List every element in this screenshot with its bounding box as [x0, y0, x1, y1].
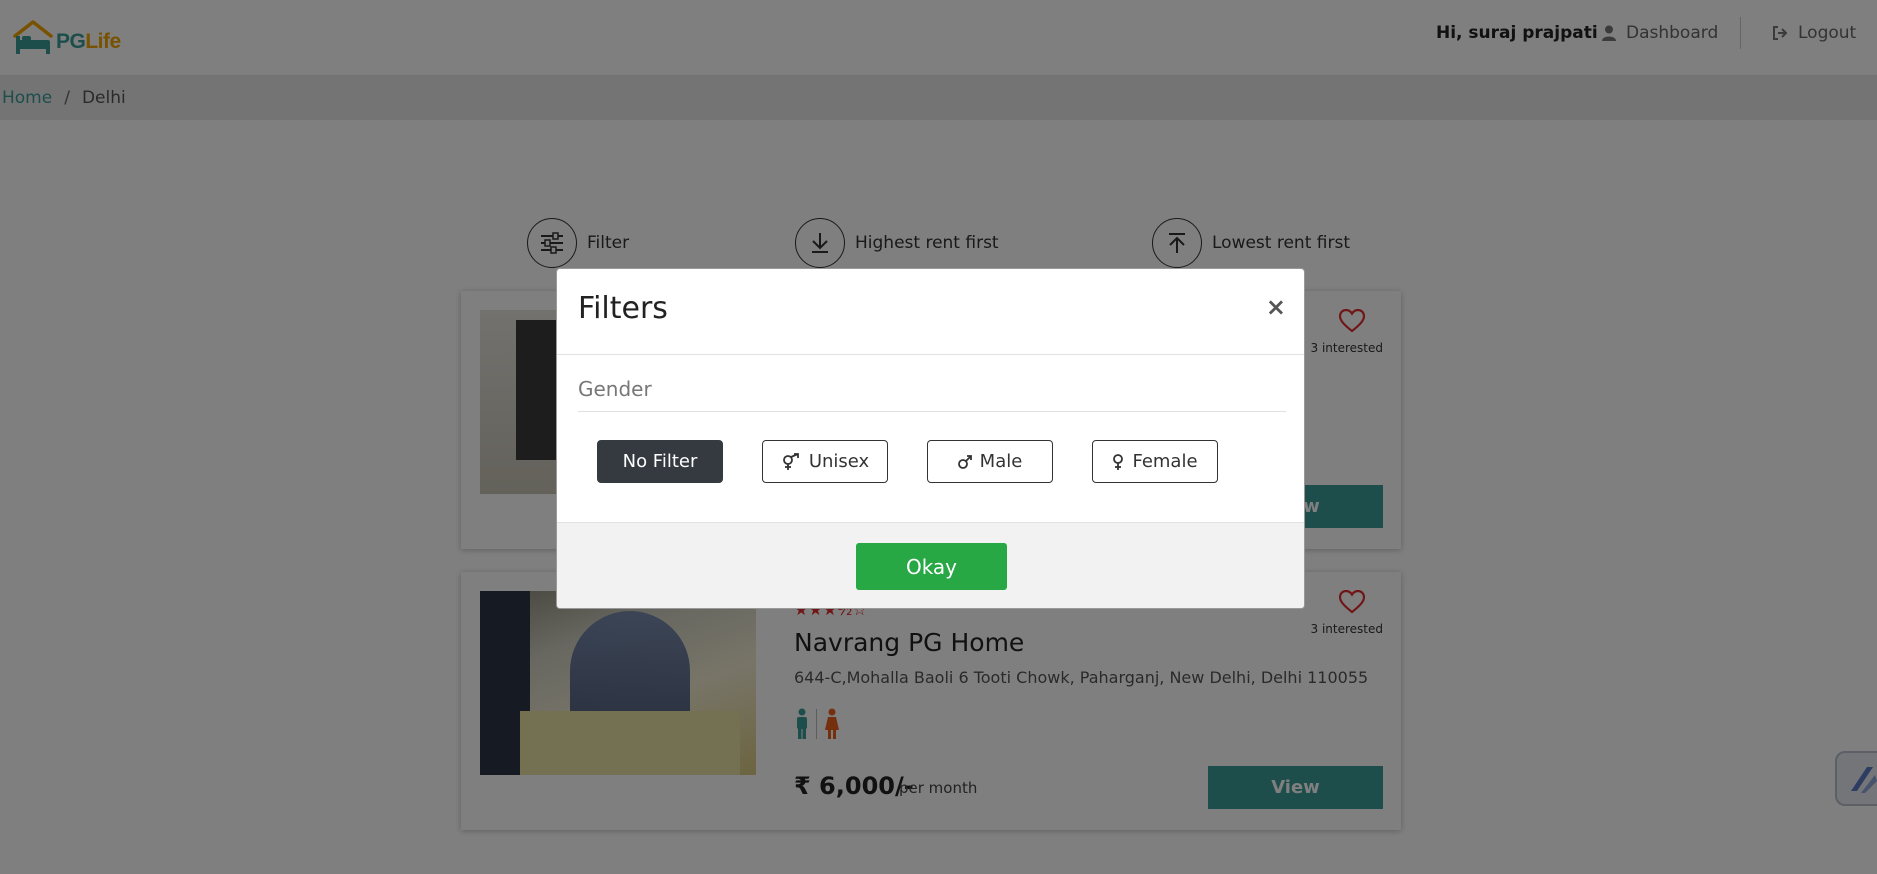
gender-heading: Gender — [578, 377, 652, 401]
okay-button[interactable]: Okay — [856, 543, 1007, 590]
no-filter-button[interactable]: No Filter — [597, 440, 723, 483]
male-button[interactable]: Male — [927, 440, 1053, 483]
close-icon[interactable]: × — [1266, 293, 1286, 321]
modal-header: Filters × — [557, 269, 1304, 355]
unisex-icon — [782, 452, 799, 470]
modal-title: Filters — [578, 291, 668, 326]
unisex-label: Unisex — [808, 451, 870, 472]
divider — [578, 411, 1286, 412]
female-label: Female — [1132, 451, 1198, 472]
male-label: Male — [979, 451, 1023, 472]
mars-icon — [957, 454, 972, 469]
unisex-button[interactable]: Unisex — [762, 440, 888, 483]
filters-modal: Filters × Gender No Filter Unisex Male F… — [556, 268, 1305, 609]
venus-icon — [1113, 453, 1124, 470]
modal-body: Gender No Filter Unisex Male Female — [557, 355, 1304, 522]
no-filter-label: No Filter — [622, 451, 698, 472]
female-button[interactable]: Female — [1092, 440, 1218, 483]
modal-footer: Okay — [557, 522, 1304, 608]
